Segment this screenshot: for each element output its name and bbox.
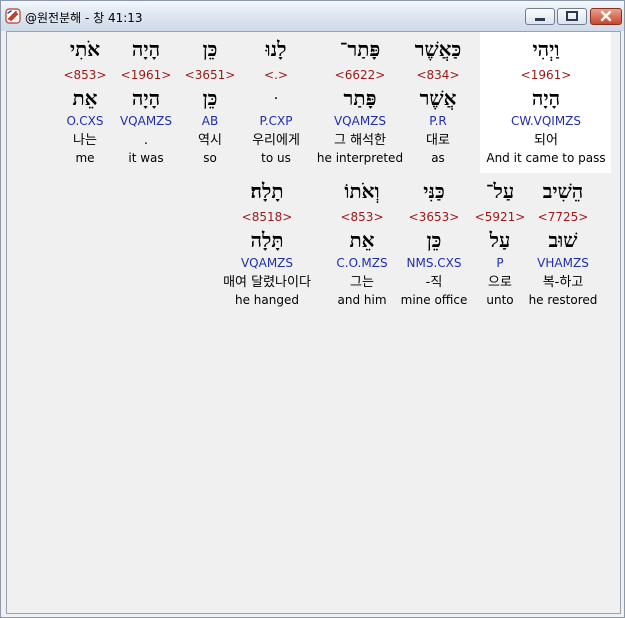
korean-gloss: 나는	[73, 133, 97, 148]
app-window: @원전분해 - 창 41:13 וַיְהִי <1961> הָיָה CW.…	[0, 0, 625, 618]
interlinear-panel[interactable]: וַיְהִי <1961> הָיָה CW.VQIMZS 되어 And it…	[6, 31, 621, 614]
korean-gloss: 매여 달렸나이다	[223, 275, 311, 290]
window-title: @원전분해 - 창 41:13	[25, 11, 143, 25]
hebrew-word: תָלָה׃	[250, 179, 284, 203]
title-bar[interactable]: @원전분해 - 창 41:13	[1, 1, 624, 31]
parsing-code: VQAMZS	[240, 256, 294, 270]
english-gloss: he hanged	[235, 293, 299, 307]
hebrew-lemma: אֵת	[72, 86, 98, 110]
hebrew-lemma: תָּלָה	[250, 228, 284, 252]
maximize-icon	[566, 11, 578, 21]
hebrew-word: אֹתִי	[69, 37, 101, 61]
close-icon	[600, 10, 612, 22]
strong-number[interactable]: <8518>	[197, 211, 337, 223]
parsing-code: O.CXS	[66, 114, 104, 128]
maximize-button[interactable]	[557, 8, 587, 25]
close-button[interactable]	[590, 8, 622, 25]
strong-number[interactable]: <853>	[15, 69, 155, 81]
english-gloss: me	[75, 151, 95, 165]
app-logo-icon[interactable]	[5, 8, 21, 24]
minimize-icon	[535, 18, 545, 21]
minimize-button[interactable]	[525, 8, 555, 25]
